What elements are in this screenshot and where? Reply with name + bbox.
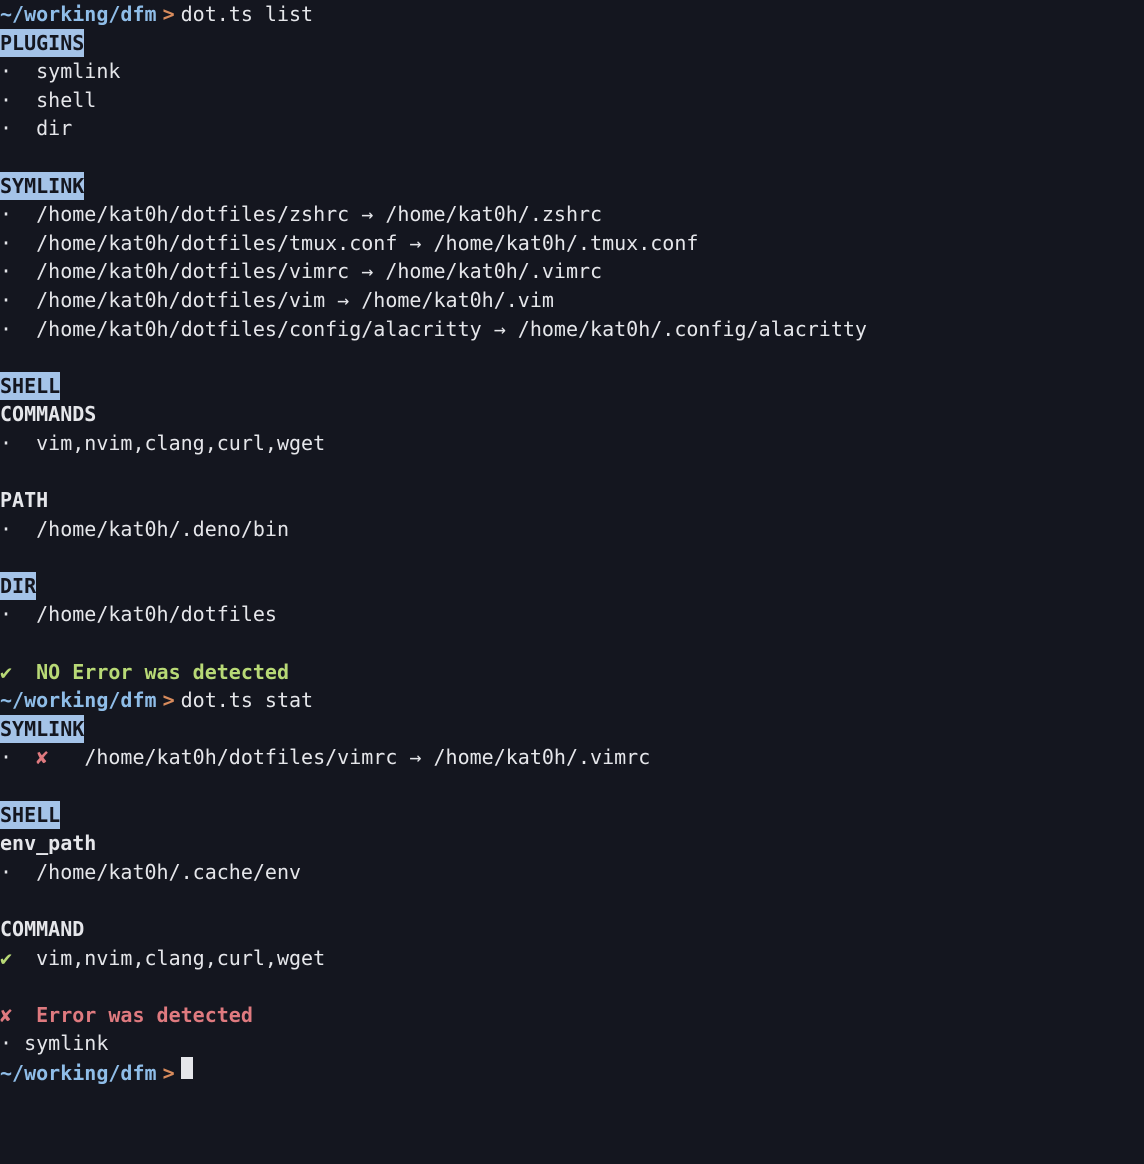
cross-icon: ✘: [0, 1003, 12, 1027]
list-item: · /home/kat0h/.deno/bin: [0, 515, 1144, 544]
section-symlink-header: SYMLINK: [0, 715, 84, 744]
bullet-icon: ·: [0, 114, 12, 143]
list-item: · ✘ /home/kat0h/dotfiles/vimrc → /home/k…: [0, 743, 1144, 772]
prompt-line-2: ~/working/dfm > dot.ts stat: [0, 686, 1144, 715]
list-item: · dir: [0, 114, 1144, 143]
command-value: vim,nvim,clang,curl,wget: [36, 946, 325, 970]
symlink-path: /home/kat0h/dotfiles/zshrc → /home/kat0h…: [36, 202, 602, 226]
list-item: · symlink: [0, 1029, 1144, 1058]
bullet-icon: ·: [0, 286, 12, 315]
symlink-path: /home/kat0h/dotfiles/vimrc → /home/kat0h…: [36, 259, 602, 283]
section-symlink-header: SYMLINK: [0, 172, 84, 201]
prompt-command: dot.ts stat: [181, 686, 313, 715]
symlink-path: /home/kat0h/dotfiles/config/alacritty → …: [36, 317, 867, 341]
list-item: · /home/kat0h/.cache/env: [0, 858, 1144, 887]
bullet-icon: ·: [0, 429, 12, 458]
path-value: /home/kat0h/.deno/bin: [36, 517, 289, 541]
bullet-icon: ·: [0, 743, 12, 772]
command-label: COMMAND: [0, 915, 1144, 944]
section-shell-header: SHELL: [0, 372, 60, 401]
section-plugins-header: PLUGINS: [0, 29, 84, 58]
cross-icon: ✘: [36, 745, 48, 769]
list-item: · /home/kat0h/dotfiles: [0, 600, 1144, 629]
prompt-arrow: >: [163, 0, 175, 29]
bullet-icon: ·: [0, 257, 12, 286]
bullet-icon: ·: [0, 858, 12, 887]
plugin-name: shell: [36, 88, 96, 112]
symlink-path: /home/kat0h/dotfiles/vim → /home/kat0h/.…: [36, 288, 554, 312]
section-shell-header: SHELL: [0, 801, 60, 830]
env-path-label: env_path: [0, 829, 1144, 858]
list-item: · /home/kat0h/dotfiles/tmux.conf → /home…: [0, 229, 1144, 258]
list-item: · /home/kat0h/dotfiles/vimrc → /home/kat…: [0, 257, 1144, 286]
bullet-icon: ·: [0, 315, 12, 344]
bullet-icon: ·: [0, 200, 12, 229]
commands-value: vim,nvim,clang,curl,wget: [36, 431, 325, 455]
prompt-line-3[interactable]: ~/working/dfm >: [0, 1058, 1144, 1088]
cursor-block[interactable]: [181, 1057, 193, 1079]
result-ok-line: ✔ NO Error was detected: [0, 658, 1144, 687]
plugin-name: symlink: [36, 59, 120, 83]
prompt-line-1: ~/working/dfm > dot.ts list: [0, 0, 1144, 29]
symlink-stat-path: /home/kat0h/dotfiles/vimrc → /home/kat0h…: [84, 745, 650, 769]
bullet-icon: ·: [0, 515, 12, 544]
prompt-arrow: >: [163, 686, 175, 715]
result-message: NO Error was detected: [36, 660, 289, 684]
list-item: ✔ vim,nvim,clang,curl,wget: [0, 944, 1144, 973]
result-message: Error was detected: [36, 1003, 253, 1027]
list-item: · /home/kat0h/dotfiles/config/alacritty …: [0, 315, 1144, 344]
commands-label: COMMANDS: [0, 400, 1144, 429]
env-path-value: /home/kat0h/.cache/env: [36, 860, 301, 884]
prompt-arrow: >: [163, 1059, 175, 1088]
list-item: · shell: [0, 86, 1144, 115]
prompt-cwd: ~/working/dfm: [0, 686, 157, 715]
list-item: · /home/kat0h/dotfiles/zshrc → /home/kat…: [0, 200, 1144, 229]
prompt-command: dot.ts list: [181, 0, 313, 29]
list-item: · symlink: [0, 57, 1144, 86]
list-item: · vim,nvim,clang,curl,wget: [0, 429, 1144, 458]
section-dir-header: DIR: [0, 572, 36, 601]
result-error-line: ✘ Error was detected: [0, 1001, 1144, 1030]
bullet-icon: ·: [0, 229, 12, 258]
bullet-icon: ·: [0, 1029, 12, 1058]
bullet-icon: ·: [0, 57, 12, 86]
check-icon: ✔: [0, 946, 12, 970]
bullet-icon: ·: [0, 86, 12, 115]
bullet-icon: ·: [0, 600, 12, 629]
plugin-name: dir: [36, 116, 72, 140]
error-detail: symlink: [24, 1031, 108, 1055]
prompt-cwd: ~/working/dfm: [0, 1059, 157, 1088]
path-label: PATH: [0, 486, 1144, 515]
check-icon: ✔: [0, 660, 12, 684]
list-item: · /home/kat0h/dotfiles/vim → /home/kat0h…: [0, 286, 1144, 315]
dir-value: /home/kat0h/dotfiles: [36, 602, 277, 626]
prompt-cwd: ~/working/dfm: [0, 0, 157, 29]
symlink-path: /home/kat0h/dotfiles/tmux.conf → /home/k…: [36, 231, 698, 255]
